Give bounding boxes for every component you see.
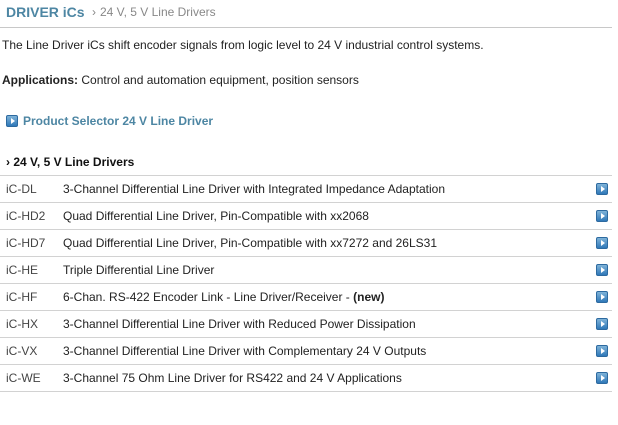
table-row[interactable]: iC-HD7 Quad Differential Line Driver, Pin… <box>0 230 612 257</box>
breadcrumb: › 24 V, 5 V Line Drivers <box>92 5 216 19</box>
product-description-text[interactable]: Triple Differential Line Driver <box>63 263 214 277</box>
product-code[interactable]: iC-VX <box>6 344 37 358</box>
product-selector-link[interactable]: Product Selector 24 V Line Driver <box>6 113 213 129</box>
table-row[interactable]: iC-HE Triple Differential Line Driver <box>0 257 612 284</box>
section-title: › 24 V, 5 V Line Drivers <box>6 155 135 169</box>
product-description[interactable]: 3-Channel 75 Ohm Line Driver for RS422 a… <box>63 371 402 385</box>
product-code[interactable]: iC-DL <box>6 182 37 196</box>
product-code[interactable]: iC-HX <box>6 317 38 331</box>
product-description-text[interactable]: 3-Channel Differential Line Driver with … <box>63 182 445 196</box>
table-row[interactable]: iC-HD2 Quad Differential Line Driver, Pin… <box>0 203 612 230</box>
table-row[interactable]: iC-WE 3-Channel 75 Ohm Line Driver for RS… <box>0 365 612 392</box>
product-code[interactable]: iC-HD2 <box>6 209 45 223</box>
applications-label: Applications: <box>2 73 79 87</box>
product-code[interactable]: iC-WE <box>6 371 41 385</box>
arrow-right-icon[interactable] <box>6 115 18 127</box>
arrow-right-icon[interactable] <box>596 345 608 357</box>
page-header: DRIVER iCs › 24 V, 5 V Line Drivers <box>0 0 612 28</box>
arrow-right-icon[interactable] <box>596 183 608 195</box>
product-description[interactable]: Quad Differential Line Driver, Pin-Compa… <box>63 209 369 223</box>
product-table: iC-DL 3-Channel Differential Line Driver … <box>0 175 612 392</box>
product-description[interactable]: 3-Channel Differential Line Driver with … <box>63 344 426 358</box>
arrow-right-icon[interactable] <box>596 372 608 384</box>
breadcrumb-separator: › <box>92 5 96 19</box>
product-description[interactable]: 6-Chan. RS-422 Encoder Link - Line Drive… <box>63 290 384 304</box>
product-description-text[interactable]: 3-Channel 75 Ohm Line Driver for RS422 a… <box>63 371 402 385</box>
arrow-right-icon[interactable] <box>596 237 608 249</box>
product-code[interactable]: iC-HD7 <box>6 236 45 250</box>
product-description[interactable]: Quad Differential Line Driver, Pin-Compa… <box>63 236 437 250</box>
product-description[interactable]: 3-Channel Differential Line Driver with … <box>63 317 416 331</box>
arrow-right-icon[interactable] <box>596 210 608 222</box>
product-description[interactable]: 3-Channel Differential Line Driver with … <box>63 182 445 196</box>
table-row[interactable]: iC-DL 3-Channel Differential Line Driver … <box>0 176 612 203</box>
product-description-text[interactable]: Quad Differential Line Driver, Pin-Compa… <box>63 209 369 223</box>
arrow-right-icon[interactable] <box>596 318 608 330</box>
product-code[interactable]: iC-HF <box>6 290 37 304</box>
product-description[interactable]: Triple Differential Line Driver <box>63 263 214 277</box>
product-description-text[interactable]: 6-Chan. RS-422 Encoder Link - Line Drive… <box>63 290 353 304</box>
intro-text: The Line Driver iCs shift encoder signal… <box>2 38 484 52</box>
arrow-right-icon[interactable] <box>596 291 608 303</box>
product-code[interactable]: iC-HE <box>6 263 38 277</box>
applications-text: Applications: Control and automation equ… <box>2 73 359 87</box>
product-description-text[interactable]: Quad Differential Line Driver, Pin-Compa… <box>63 236 437 250</box>
table-row[interactable]: iC-HX 3-Channel Differential Line Driver … <box>0 311 612 338</box>
product-description-text[interactable]: 3-Channel Differential Line Driver with … <box>63 317 416 331</box>
category-title[interactable]: DRIVER iCs <box>6 4 85 20</box>
breadcrumb-current: 24 V, 5 V Line Drivers <box>100 5 216 19</box>
new-badge: (new) <box>353 290 385 304</box>
table-row[interactable]: iC-VX 3-Channel Differential Line Driver … <box>0 338 612 365</box>
product-description-text[interactable]: 3-Channel Differential Line Driver with … <box>63 344 426 358</box>
product-selector-label[interactable]: Product Selector 24 V Line Driver <box>23 114 213 128</box>
arrow-right-icon[interactable] <box>596 264 608 276</box>
applications-value: Control and automation equipment, positi… <box>78 73 359 87</box>
table-row[interactable]: iC-HF 6-Chan. RS-422 Encoder Link - Line … <box>0 284 612 311</box>
